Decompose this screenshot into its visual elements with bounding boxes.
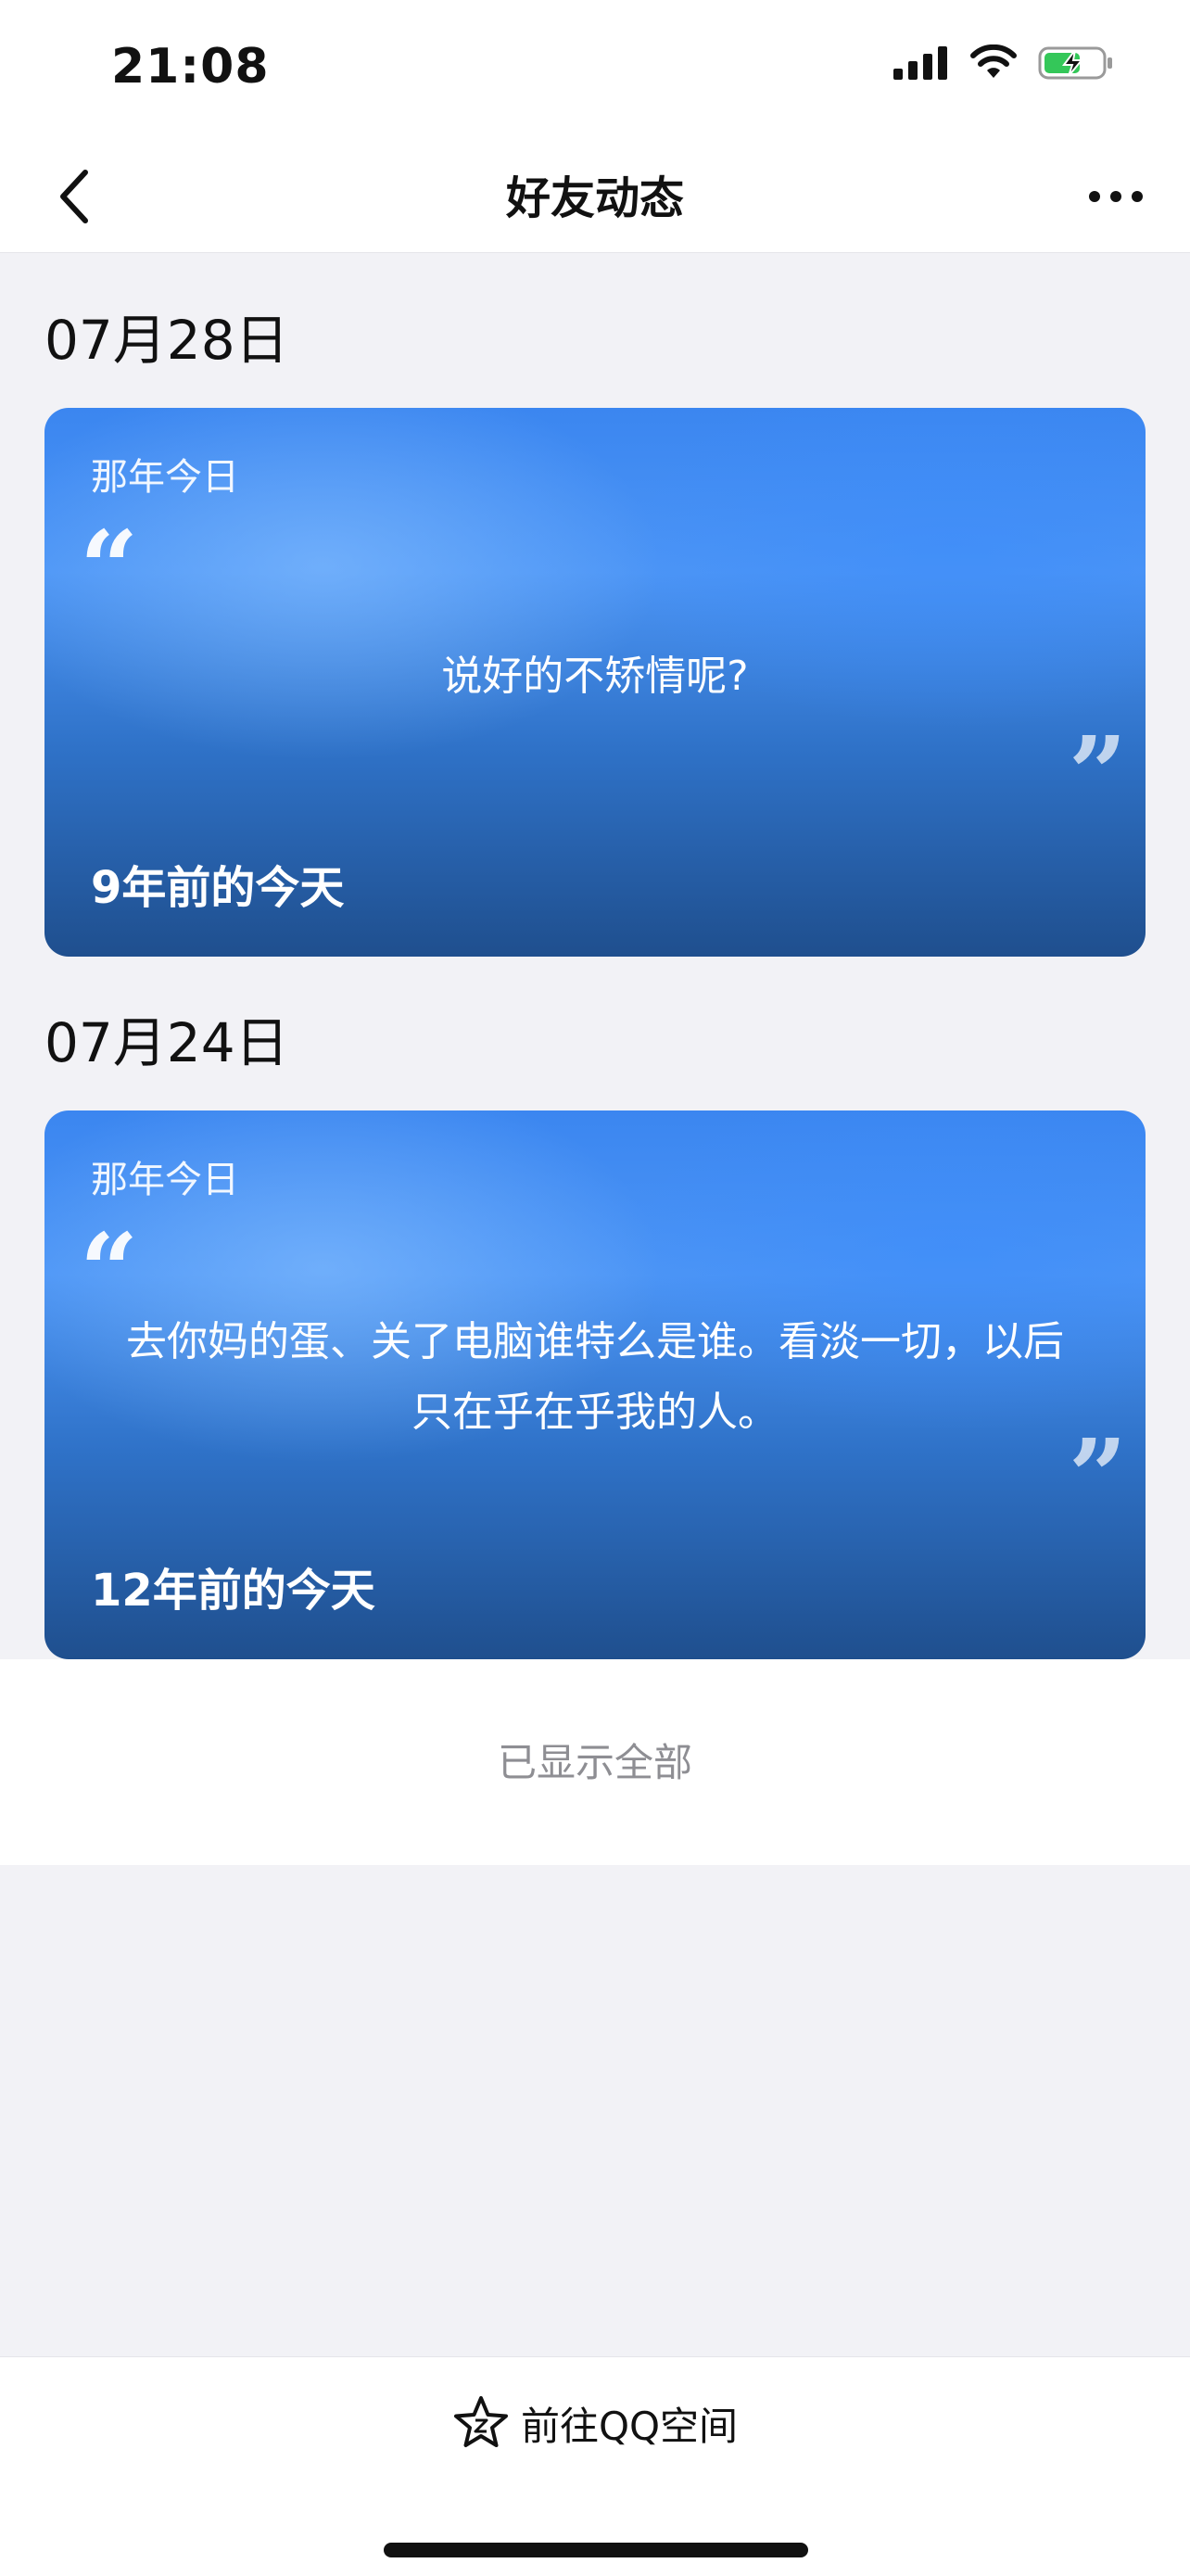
- more-dots-icon: [1089, 191, 1143, 202]
- signal-icon: [893, 44, 949, 85]
- qzone-label: 前往QQ空间: [520, 2403, 739, 2449]
- go-to-qzone-button[interactable]: 前往QQ空间: [0, 2394, 1190, 2452]
- memory-card[interactable]: 那年今日 “ 说好的不矫情呢? ” 9年前的今天: [44, 408, 1146, 957]
- star-icon: [453, 2396, 508, 2447]
- status-icons: [893, 44, 1116, 85]
- date-heading: 07月24日: [44, 1011, 289, 1074]
- close-quote-icon: ”: [1068, 714, 1127, 833]
- wifi-icon: [969, 44, 1018, 85]
- card-text: 说好的不矫情呢?: [441, 653, 749, 700]
- more-button[interactable]: [1070, 159, 1162, 234]
- memory-card[interactable]: 那年今日 “ 去你妈的蛋、关了电脑谁特么是谁。看淡一切，以后只在乎在乎我的人。 …: [44, 1110, 1146, 1659]
- end-panel: 已显示全部: [0, 1659, 1190, 1865]
- close-quote-icon: ”: [1068, 1416, 1127, 1536]
- years-ago-label: 12年前的今天: [91, 1565, 375, 1617]
- end-notice: 已显示全部: [497, 1740, 692, 1785]
- open-quote-icon: “: [80, 508, 139, 628]
- bottom-bar: 前往QQ空间: [0, 2356, 1190, 2576]
- card-label: 那年今日: [91, 456, 239, 499]
- home-indicator[interactable]: [384, 2543, 808, 2557]
- date-heading: 07月28日: [44, 309, 289, 372]
- nav-bar: 好友动态: [0, 139, 1190, 253]
- page-title: 好友动态: [505, 172, 684, 224]
- card-label: 那年今日: [91, 1159, 239, 1201]
- status-bar: 21:08: [0, 0, 1190, 139]
- battery-charging-icon: [1038, 44, 1116, 85]
- years-ago-label: 9年前的今天: [91, 862, 345, 914]
- card-text: 去你妈的蛋、关了电脑谁特么是谁。看淡一切，以后只在乎在乎我的人。: [126, 1318, 1064, 1436]
- status-time: 21:08: [111, 39, 270, 95]
